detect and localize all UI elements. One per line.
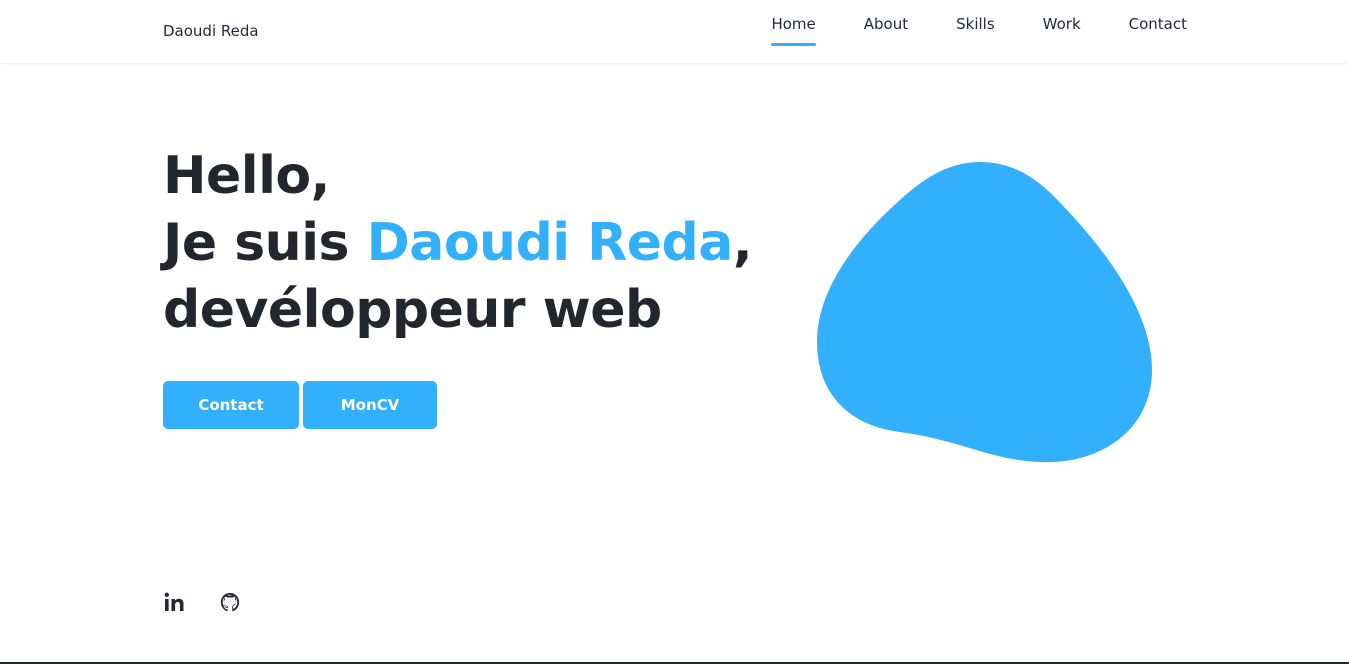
nav-item-about[interactable]: About bbox=[864, 14, 908, 46]
hero-intro-prefix: Je suis bbox=[163, 213, 367, 273]
hero-title: Hello, Je suis Daoudi Reda, devéloppeur we… bbox=[163, 143, 753, 344]
brand-logo[interactable]: Daoudi Reda bbox=[163, 22, 259, 40]
nav-item-home[interactable]: Home bbox=[771, 14, 817, 46]
hero-role: devéloppeur web bbox=[163, 280, 662, 340]
cv-button[interactable]: MonCV bbox=[303, 381, 437, 429]
contact-button[interactable]: Contact bbox=[163, 381, 299, 429]
nav-item-skills[interactable]: Skills bbox=[956, 14, 995, 46]
hero-name: Daoudi Reda bbox=[366, 213, 734, 273]
blob-shape bbox=[817, 162, 1152, 463]
linkedin-icon[interactable] bbox=[163, 590, 185, 614]
hero-greeting: Hello, bbox=[163, 146, 330, 206]
hero-blob-image bbox=[817, 162, 1152, 463]
hero-intro-suffix: , bbox=[732, 213, 753, 273]
social-links bbox=[163, 590, 241, 614]
main-nav: Home About Skills Work Contact bbox=[771, 14, 1187, 46]
github-icon[interactable] bbox=[219, 590, 241, 614]
hero-buttons: Contact MonCV bbox=[163, 381, 437, 429]
nav-item-contact[interactable]: Contact bbox=[1129, 14, 1187, 46]
nav-item-work[interactable]: Work bbox=[1043, 14, 1081, 46]
site-header: Daoudi Reda Home About Skills Work Conta… bbox=[0, 0, 1349, 64]
